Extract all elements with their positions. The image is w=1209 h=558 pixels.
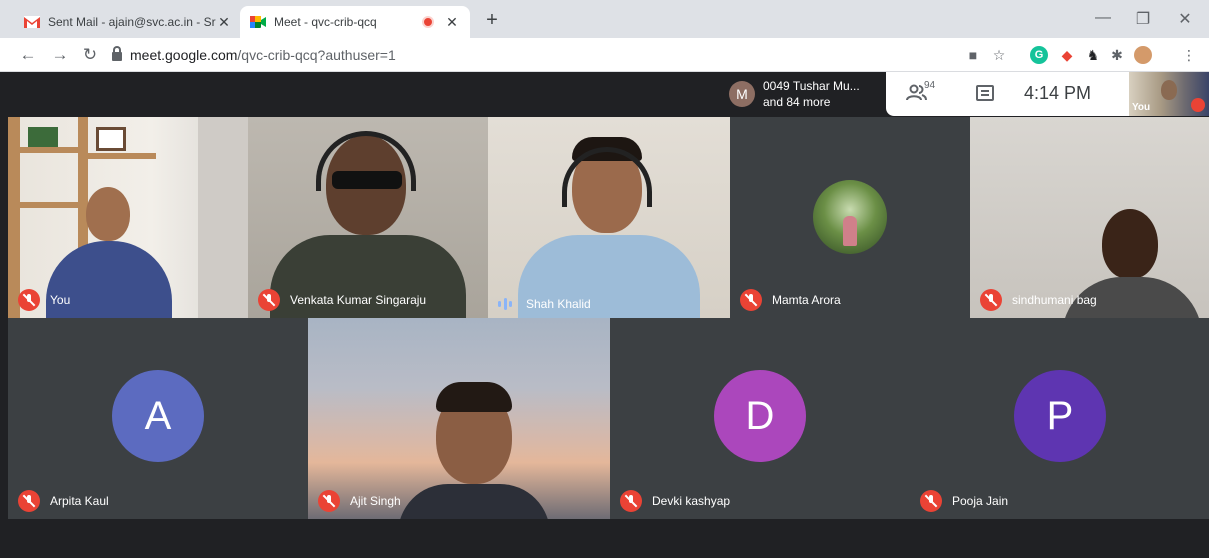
url-host: meet.google.com: [130, 47, 238, 63]
mic-off-icon: [18, 490, 40, 512]
person-head: [1102, 209, 1158, 279]
person-body: [398, 484, 550, 519]
shelf: [20, 202, 78, 208]
grammarly-icon[interactable]: G: [1030, 46, 1048, 64]
participant-name: Ajit Singh: [350, 494, 401, 508]
participant-tile[interactable]: A Arpita Kaul: [8, 318, 308, 519]
participant-tile[interactable]: sindhumani bag: [970, 117, 1209, 318]
close-tab-icon[interactable]: ✕: [444, 14, 460, 31]
restore-icon[interactable]: ❐: [1133, 9, 1153, 29]
participant-name-label: Shah Khalid: [498, 297, 591, 311]
mic-off-icon: [18, 289, 40, 311]
minimize-icon[interactable]: —: [1093, 9, 1113, 27]
speaking-indicator-icon: [498, 297, 512, 311]
presenter-name: 0049 Tushar Mu...: [763, 79, 860, 93]
chat-icon[interactable]: [976, 85, 994, 101]
hair: [436, 382, 512, 412]
participant-tile[interactable]: Ajit Singh: [308, 318, 610, 519]
gmail-icon: [24, 16, 40, 28]
meeting-controls: 94 4:14 PM: [886, 72, 1129, 116]
self-view-thumbnail[interactable]: You: [1129, 72, 1209, 116]
tab-title: Sent Mail - ajain@svc.ac.in - Sri V: [48, 15, 216, 29]
avatar: A: [112, 370, 204, 462]
speaking-bar: [498, 301, 501, 307]
mic-off-icon: [1191, 98, 1205, 112]
menu-kebab-icon[interactable]: ⋮: [1180, 46, 1198, 64]
mic-off-icon: [740, 289, 762, 311]
participant-tile[interactable]: You: [8, 117, 248, 318]
self-label: You: [1132, 102, 1151, 113]
participant-tile[interactable]: Venkata Kumar Singaraju: [248, 117, 488, 318]
participant-tile[interactable]: P Pooja Jain: [910, 318, 1209, 519]
people-icon[interactable]: 94: [906, 80, 935, 104]
recording-indicator-icon: [422, 16, 434, 28]
reload-icon[interactable]: ↻: [80, 45, 100, 65]
mic-off-icon: [620, 490, 642, 512]
participant-tile[interactable]: Shah Khalid: [488, 117, 730, 318]
participant-name: Shah Khalid: [526, 297, 591, 311]
speaking-bar: [509, 301, 512, 307]
participant-tile[interactable]: Mamta Arora: [730, 117, 970, 318]
participant-name-label: Pooja Jain: [920, 490, 1008, 512]
clock-time: 4:14 PM: [1024, 83, 1092, 103]
avatar: M: [729, 81, 755, 107]
participant-name: Devki kashyap: [652, 494, 731, 508]
plant: [28, 127, 58, 147]
tab-strip: Sent Mail - ajain@svc.ac.in - Sri V ✕ Me…: [0, 0, 1209, 38]
address-bar[interactable]: meet.google.com/qvc-crib-qcq?authuser=1: [108, 44, 948, 66]
participant-name: sindhumani bag: [1012, 293, 1097, 307]
wall: [198, 117, 248, 318]
tab-gmail[interactable]: Sent Mail - ajain@svc.ac.in - Sri V ✕: [14, 6, 242, 38]
participant-name-label: Ajit Singh: [318, 490, 401, 512]
mic-off-icon: [980, 289, 1002, 311]
shelf: [20, 147, 78, 153]
new-tab-button[interactable]: +: [481, 9, 503, 32]
extension-icon[interactable]: ◆: [1058, 46, 1076, 64]
forward-icon[interactable]: →: [50, 45, 70, 65]
meet-icon: [250, 16, 266, 28]
url-path: /qvc-crib-qcq?authuser=1: [237, 47, 396, 63]
participant-count: 94: [924, 80, 936, 91]
tab-meet[interactable]: Meet - qvc-crib-qcq ✕: [240, 6, 470, 38]
picture-frame: [96, 127, 126, 151]
mic-off-icon: [318, 490, 340, 512]
close-window-icon[interactable]: ✕: [1175, 9, 1195, 29]
avatar: D: [714, 370, 806, 462]
headphones: [316, 131, 416, 191]
presenter-info[interactable]: M 0049 Tushar Mu... and 84 more: [723, 72, 886, 116]
participant-name-label: sindhumani bag: [980, 289, 1097, 311]
tab-title: Meet - qvc-crib-qcq: [274, 15, 377, 29]
mic-off-icon: [920, 490, 942, 512]
shelf-edge: [8, 117, 20, 318]
participant-name: Arpita Kaul: [50, 494, 109, 508]
close-tab-icon[interactable]: ✕: [216, 14, 232, 31]
back-icon[interactable]: ←: [18, 45, 38, 65]
avatar: P: [1014, 370, 1106, 462]
shelf: [88, 153, 156, 159]
participant-name-label: Devki kashyap: [620, 490, 730, 512]
speaking-bar: [503, 298, 507, 310]
browser-toolbar: ← → ↻ meet.google.com/qvc-crib-qcq?authu…: [0, 38, 1209, 72]
puzzle-extensions-icon[interactable]: ✱: [1108, 46, 1126, 64]
mic-off-icon: [258, 289, 280, 311]
participant-name: Venkata Kumar Singaraju: [290, 293, 427, 307]
avatar: [813, 180, 887, 254]
profile-avatar[interactable]: [1134, 46, 1152, 64]
participant-name: You: [50, 293, 71, 307]
participant-name: Mamta Arora: [772, 293, 841, 307]
participant-name: Pooja Jain: [952, 494, 1009, 508]
presenter-text: 0049 Tushar Mu... and 84 more: [763, 78, 860, 110]
extension-icon[interactable]: ♞: [1084, 46, 1102, 64]
presenter-more: and 84 more: [763, 95, 831, 109]
participant-name-label: Mamta Arora: [740, 289, 841, 311]
camera-icon[interactable]: ■: [964, 46, 982, 64]
participant-tile[interactable]: D Devki kashyap: [610, 318, 910, 519]
bookmark-star-icon[interactable]: ☆: [990, 46, 1008, 64]
person-head: [86, 187, 130, 241]
participant-name-label: Venkata Kumar Singaraju: [258, 289, 426, 311]
participant-name-label: Arpita Kaul: [18, 490, 109, 512]
lock-icon: [112, 46, 122, 61]
self-head: [1161, 80, 1177, 100]
participant-name-label: You: [18, 289, 70, 311]
